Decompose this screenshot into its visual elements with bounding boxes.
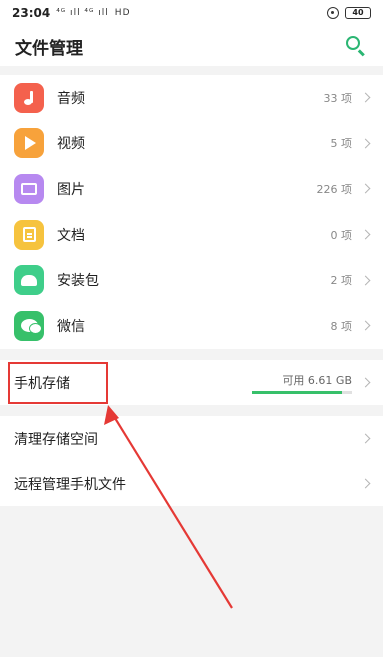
status-time: 23:04 <box>12 6 51 20</box>
phone-storage-card: 手机存储 可用 6.61 GB <box>0 360 383 405</box>
tools-list: 清理存储空间 远程管理手机文件 <box>0 416 383 506</box>
storage-available: 可用 6.61 GB <box>282 373 352 387</box>
status-bar: 23:04 ⁴ᴳ ıll ⁴ᴳ ıll HD 40 <box>0 0 383 26</box>
storage-usage-fill <box>252 390 342 394</box>
search-icon[interactable] <box>344 34 368 58</box>
music-note-icon <box>14 82 44 113</box>
category-item-images[interactable]: 图片 226 项 <box>0 166 383 212</box>
category-item-apk[interactable]: 安装包 2 项 <box>0 257 383 303</box>
play-icon <box>14 128 44 159</box>
chevron-right-icon <box>360 377 371 388</box>
category-item-documents[interactable]: 文档 0 项 <box>0 212 383 258</box>
category-label: 图片 <box>57 181 85 198</box>
remote-manage-item[interactable]: 远程管理手机文件 <box>0 461 383 506</box>
storage-usage: 可用 6.61 GB <box>252 372 352 394</box>
category-count: 5 项 <box>330 137 353 151</box>
category-list: 音频 33 项 视频 5 项 图片 226 项 文档 0 项 安装包 2 项 微… <box>0 75 383 349</box>
android-icon <box>14 265 44 296</box>
chevron-right-icon <box>360 229 371 240</box>
signal-icon: ⁴ᴳ ıll ⁴ᴳ ıll <box>56 8 109 18</box>
chevron-right-icon <box>360 184 371 194</box>
storage-usage-bar <box>252 390 352 394</box>
clean-storage-item[interactable]: 清理存储空间 <box>0 416 383 461</box>
category-label: 视频 <box>57 136 85 153</box>
chevron-right-icon <box>360 138 371 149</box>
clean-storage-label: 清理存储空间 <box>14 431 98 448</box>
phone-storage-item[interactable]: 手机存储 可用 6.61 GB <box>0 360 383 405</box>
category-label: 安装包 <box>57 273 99 290</box>
category-count: 33 项 <box>323 91 353 105</box>
category-count: 226 项 <box>316 182 353 196</box>
wifi-hd-icon: HD <box>114 8 131 18</box>
category-item-audio[interactable]: 音频 33 项 <box>0 75 383 121</box>
chevron-right-icon <box>360 92 371 103</box>
chevron-right-icon <box>360 433 371 444</box>
chevron-right-icon <box>360 320 371 331</box>
wechat-icon <box>14 310 44 341</box>
category-count: 2 项 <box>330 274 353 288</box>
eye-comfort-icon <box>327 7 339 19</box>
category-label: 文档 <box>57 227 85 244</box>
category-label: 微信 <box>57 318 85 335</box>
battery-icon: 40 <box>345 7 371 19</box>
category-count: 0 项 <box>330 228 353 242</box>
category-item-wechat[interactable]: 微信 8 项 <box>0 303 383 349</box>
category-item-video[interactable]: 视频 5 项 <box>0 121 383 167</box>
image-icon <box>14 173 44 204</box>
document-icon <box>14 219 44 250</box>
category-label: 音频 <box>57 90 85 107</box>
chevron-right-icon <box>360 478 371 489</box>
page-title: 文件管理 <box>15 38 83 59</box>
storage-label: 手机存储 <box>14 375 70 392</box>
remote-manage-label: 远程管理手机文件 <box>14 476 126 493</box>
app-header: 文件管理 <box>0 26 383 66</box>
chevron-right-icon <box>360 275 371 286</box>
category-count: 8 项 <box>330 319 353 333</box>
